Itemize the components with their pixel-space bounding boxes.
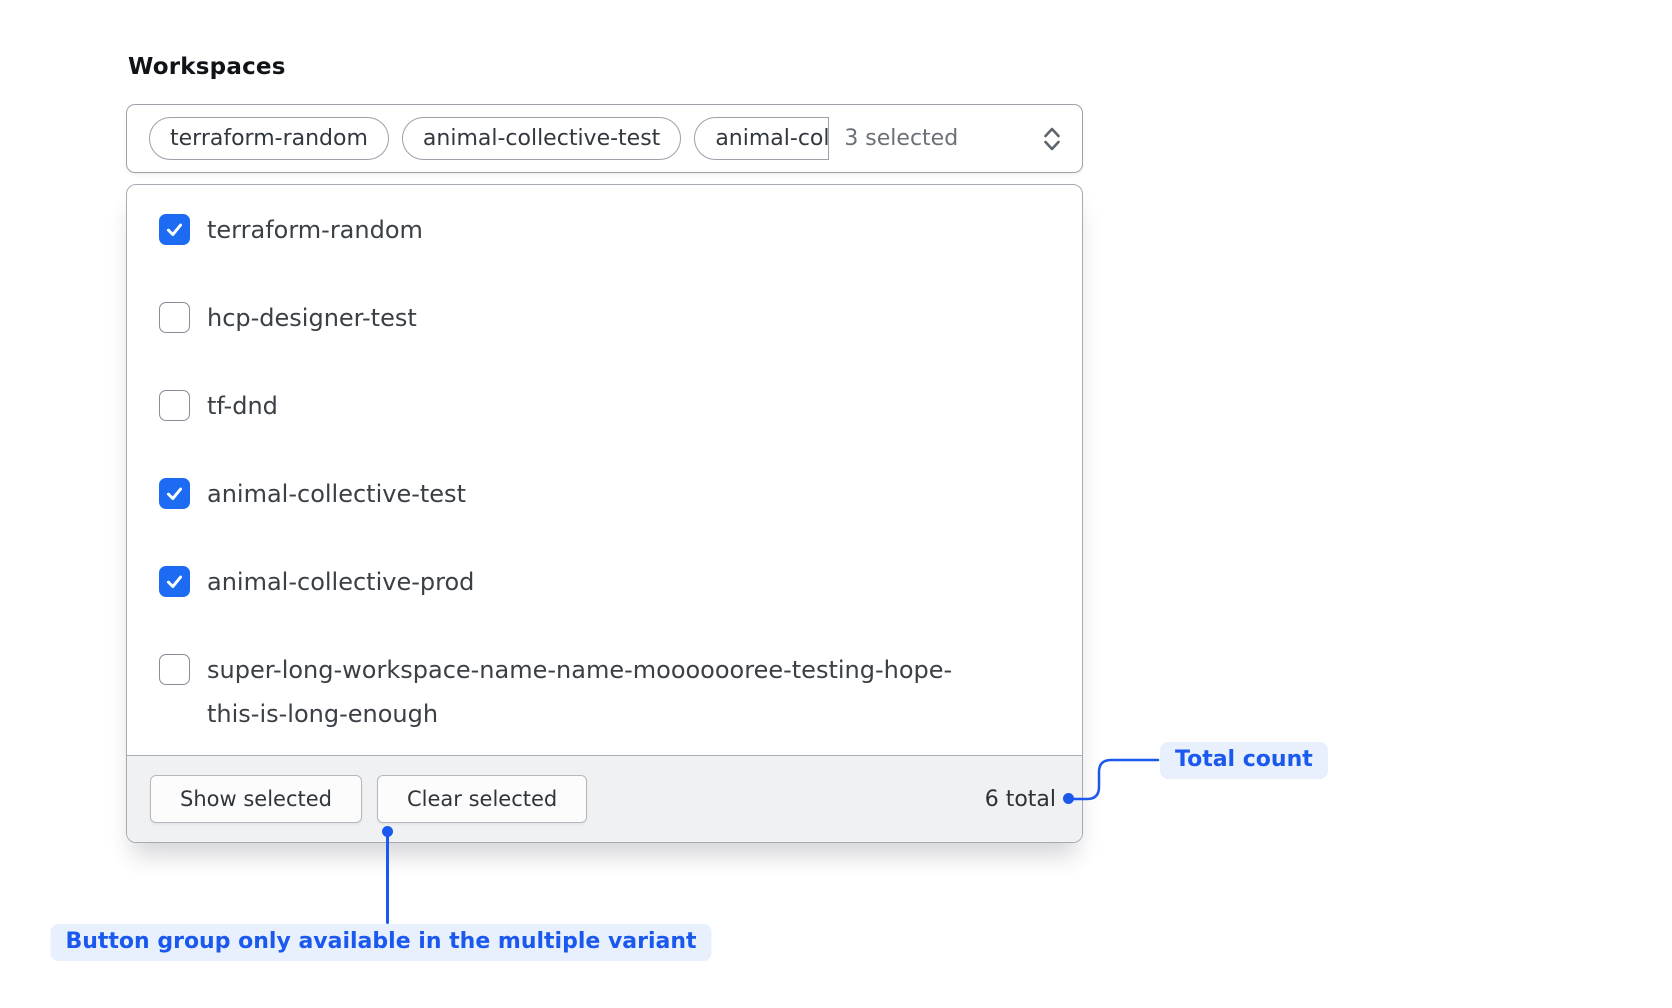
chevron-up-down-icon bbox=[1039, 123, 1065, 155]
checkbox-unchecked-icon[interactable] bbox=[159, 390, 190, 421]
selected-tag-clipped: animal-collective-prod bbox=[694, 117, 829, 160]
checkbox-checked-icon[interactable] bbox=[159, 478, 190, 509]
listbox-option[interactable]: terraform-random bbox=[159, 186, 1058, 274]
selected-count-text: 3 selected bbox=[844, 126, 958, 151]
annotation-total-count: Total count bbox=[1160, 742, 1328, 779]
total-count-text: 6 total bbox=[985, 787, 1056, 812]
checkbox-checked-icon[interactable] bbox=[159, 214, 190, 245]
checkbox-checked-icon[interactable] bbox=[159, 566, 190, 597]
superselect-multiple-demo: Workspaces terraform-random animal-colle… bbox=[0, 0, 1672, 1008]
listbox-option[interactable]: super-long-workspace-name-name-moooooore… bbox=[159, 626, 1058, 758]
listbox-option[interactable]: tf-dnd bbox=[159, 362, 1058, 450]
listbox-footer: Show selected Clear selected 6 total bbox=[127, 755, 1082, 842]
field-label: Workspaces bbox=[128, 54, 286, 80]
multiselect-trigger[interactable]: terraform-random animal-collective-test … bbox=[126, 104, 1083, 173]
listbox-option[interactable]: animal-collective-prod bbox=[159, 538, 1058, 626]
option-label: hcp-designer-test bbox=[207, 296, 417, 340]
listbox-panel: terraform-random hcp-designer-test tf-dn… bbox=[126, 184, 1083, 843]
selected-tag: animal-collective-test bbox=[402, 117, 681, 160]
option-label: tf-dnd bbox=[207, 384, 278, 428]
option-label: terraform-random bbox=[207, 208, 423, 252]
option-label: super-long-workspace-name-name-moooooore… bbox=[207, 648, 987, 736]
listbox-options: terraform-random hcp-designer-test tf-dn… bbox=[127, 186, 1082, 758]
checkbox-unchecked-icon[interactable] bbox=[159, 654, 190, 685]
listbox-option[interactable]: hcp-designer-test bbox=[159, 274, 1058, 362]
annotation-button-group: Button group only available in the multi… bbox=[50, 924, 711, 961]
annotation-connector-line bbox=[1058, 750, 1162, 806]
option-label: animal-collective-prod bbox=[207, 560, 474, 604]
listbox-option[interactable]: animal-collective-test bbox=[159, 450, 1058, 538]
show-selected-button[interactable]: Show selected bbox=[150, 775, 362, 823]
option-label: animal-collective-test bbox=[207, 472, 466, 516]
annotation-connector-line bbox=[386, 835, 389, 924]
checkbox-unchecked-icon[interactable] bbox=[159, 302, 190, 333]
selected-tag: terraform-random bbox=[149, 117, 389, 160]
clear-selected-button[interactable]: Clear selected bbox=[377, 775, 587, 823]
